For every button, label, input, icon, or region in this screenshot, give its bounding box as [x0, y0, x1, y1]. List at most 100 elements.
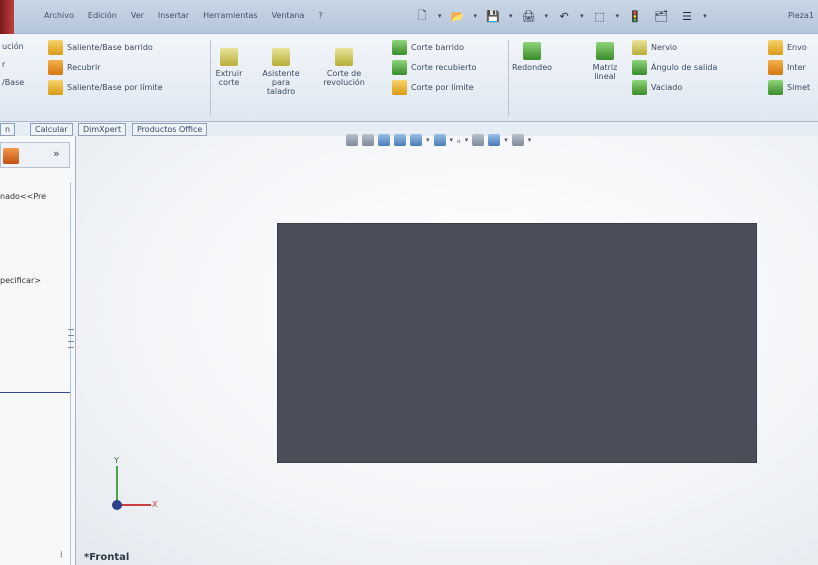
pane-divider	[0, 392, 70, 393]
tab-calcular[interactable]: Calcular	[30, 123, 73, 136]
boundary-cut-button[interactable]: Corte por límite	[392, 80, 474, 95]
rib-button[interactable]: Nervio	[632, 40, 677, 55]
menu-ventana[interactable]: Ventana	[272, 11, 305, 20]
previous-view-icon[interactable]	[378, 134, 390, 146]
appearance-icon[interactable]	[472, 134, 485, 146]
extrude-cut-button[interactable]: Extruir corte	[214, 48, 244, 87]
boundary-boss-icon	[48, 80, 63, 95]
intersect-label: Inter	[787, 63, 806, 72]
menu-bar: Archivo Edición Ver Insertar Herramienta…	[0, 0, 818, 34]
mirror-icon	[768, 80, 783, 95]
fillet-button[interactable]: Redondeo	[512, 42, 552, 72]
swept-cut-button[interactable]: Corte barrido	[392, 40, 464, 55]
print-icon[interactable]: 🖨	[519, 7, 539, 25]
hide-show-items-icon[interactable]: ℴ	[457, 136, 461, 145]
chevron-down-icon[interactable]: ▾	[504, 136, 508, 144]
menu-edicion[interactable]: Edición	[88, 11, 117, 20]
swept-boss-button[interactable]: Saliente/Base barrido	[48, 40, 153, 55]
menu-help[interactable]: ?	[318, 11, 322, 20]
view-settings-icon[interactable]	[511, 134, 524, 146]
mirror-button[interactable]: Simet	[768, 80, 810, 95]
extrude-cut-label: Extruir corte	[215, 69, 243, 87]
select-icon[interactable]: ⬚	[590, 7, 610, 25]
menu-herramientas[interactable]: Herramientas	[203, 11, 258, 20]
undo-icon[interactable]: ↶	[554, 7, 574, 25]
options-icon[interactable]: ☰	[677, 7, 697, 25]
chevron-down-icon[interactable]: ▾	[509, 12, 513, 20]
origin-icon	[112, 500, 122, 510]
wrap-icon	[768, 40, 783, 55]
menu-archivo[interactable]: Archivo	[44, 11, 74, 20]
rib-icon	[632, 40, 647, 55]
shell-label: Vaciado	[651, 83, 683, 92]
pane-scrollbar[interactable]: ⁞	[0, 550, 70, 564]
zoom-to-area-icon[interactable]	[362, 134, 374, 146]
feature-manager-pane: » nado<<Pre pecificar> ⁞	[0, 136, 76, 565]
tab-partial[interactable]: n	[0, 123, 16, 136]
menu-insertar[interactable]: Insertar	[158, 11, 189, 20]
revolved-cut-button[interactable]: Corte de revolución	[322, 48, 366, 87]
chevron-down-icon[interactable]: ▾	[528, 136, 532, 144]
ribbon-partial-label[interactable]: ución	[2, 42, 24, 51]
chevron-down-icon[interactable]: ▾	[703, 12, 707, 20]
chevron-down-icon[interactable]: ▾	[450, 136, 454, 144]
scene-icon[interactable]	[488, 134, 501, 146]
file-properties-icon[interactable]: 🗂	[651, 7, 671, 25]
graphics-area[interactable]: ▾ ▾ ℴ ▾ ▾ ▾ Y X *Frontal	[76, 134, 818, 565]
intersect-button[interactable]: Inter	[768, 60, 806, 75]
save-icon[interactable]: 💾	[483, 7, 503, 25]
draft-button[interactable]: Ángulo de salida	[632, 60, 717, 75]
swept-cut-icon	[392, 40, 407, 55]
loft-button[interactable]: Recubrir	[48, 60, 100, 75]
chevron-down-icon[interactable]: ▾	[474, 12, 478, 20]
menu-ver[interactable]: Ver	[131, 11, 144, 20]
linear-pattern-label: Matriz lineal	[592, 63, 618, 81]
heads-up-view-toolbar: ▾ ▾ ℴ ▾ ▾ ▾	[346, 134, 531, 146]
view-orientation-icon[interactable]	[410, 134, 422, 146]
command-manager-ribbon: ución r /Base Saliente/Base barrido Recu…	[0, 34, 818, 122]
shell-button[interactable]: Vaciado	[632, 80, 682, 95]
scroll-grip-icon[interactable]: ⁞	[60, 550, 63, 559]
tab-dimxpert[interactable]: DimXpert	[78, 123, 127, 136]
boundary-boss-button[interactable]: Saliente/Base por límite	[48, 80, 163, 95]
ribbon-partial-label[interactable]: r	[2, 60, 5, 69]
pane-splitter-handle[interactable]	[66, 324, 76, 384]
loft-icon	[48, 60, 63, 75]
chevron-down-icon[interactable]: ▾	[438, 12, 442, 20]
fillet-label: Redondeo	[511, 63, 553, 72]
boundary-cut-icon	[392, 80, 407, 95]
reference-triad: Y X	[112, 456, 162, 512]
sketch-rectangle[interactable]	[277, 223, 757, 463]
revolved-cut-icon	[335, 48, 353, 66]
open-folder-icon[interactable]: 📂	[448, 7, 468, 25]
section-view-icon[interactable]	[394, 134, 406, 146]
display-style-icon[interactable]	[433, 134, 446, 146]
tree-item[interactable]: nado<<Pre	[0, 192, 46, 201]
chevron-down-icon[interactable]: ▾	[426, 136, 430, 144]
chevron-down-icon[interactable]: ▾	[580, 12, 584, 20]
revolved-cut-label: Corte de revolución	[323, 69, 365, 87]
wrap-button[interactable]: Envo	[768, 40, 807, 55]
more-icon[interactable]: »	[53, 147, 60, 160]
loft-label: Recubrir	[67, 63, 101, 72]
rib-label: Nervio	[651, 43, 678, 52]
extrude-cut-icon	[220, 48, 238, 66]
zoom-to-fit-icon[interactable]	[346, 134, 358, 146]
wrap-label: Envo	[787, 43, 807, 52]
rebuild-icon[interactable]: 🚦	[625, 7, 645, 25]
tree-item[interactable]: pecificar>	[0, 276, 41, 285]
feature-manager-icon[interactable]	[3, 148, 19, 164]
chevron-down-icon[interactable]: ▾	[465, 136, 469, 144]
linear-pattern-button[interactable]: Matriz lineal	[590, 42, 620, 81]
new-document-icon[interactable]: 🗋	[412, 7, 432, 25]
tab-productos-office[interactable]: Productos Office	[132, 123, 208, 136]
hole-wizard-button[interactable]: Asistente para taladro	[262, 48, 300, 96]
ribbon-partial-label[interactable]: /Base	[2, 78, 24, 87]
lofted-cut-label: Corte recubierto	[411, 63, 477, 72]
swept-cut-label: Corte barrido	[411, 43, 464, 52]
lofted-cut-button[interactable]: Corte recubierto	[392, 60, 476, 75]
document-title: Pieza1	[788, 11, 814, 20]
draft-icon	[632, 60, 647, 75]
chevron-down-icon[interactable]: ▾	[616, 12, 620, 20]
chevron-down-icon[interactable]: ▾	[545, 12, 549, 20]
